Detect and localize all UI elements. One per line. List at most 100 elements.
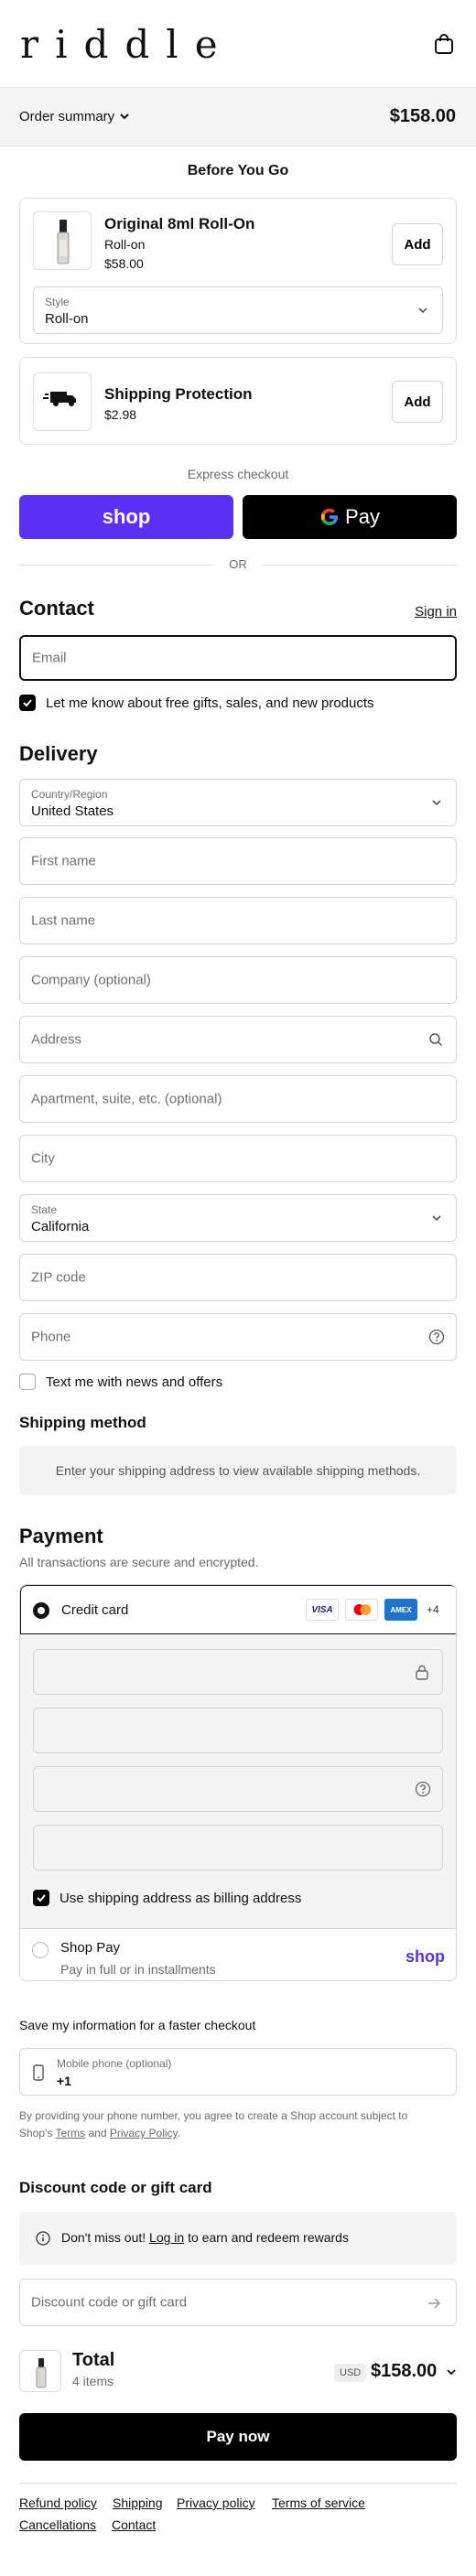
privacy-policy-link[interactable]: Privacy policy [177, 2495, 255, 2510]
rewards-login-link[interactable]: Log in [149, 2230, 184, 2245]
country-select[interactable]: Country/Region United States [19, 779, 457, 826]
shop-terms-link[interactable]: Terms [55, 2127, 85, 2139]
divider [19, 2483, 457, 2484]
shipping-method-placeholder: Enter your shipping address to view avai… [19, 1446, 457, 1495]
help-icon[interactable] [415, 1781, 431, 1797]
company-field[interactable]: Company (optional) [19, 956, 457, 1004]
divider [263, 565, 457, 566]
marketing-label: Let me know about free gifts, sales, and… [46, 695, 374, 711]
payment-methods: Credit card VISA AMEX +4 Use shipping ad… [19, 1584, 457, 1981]
upsell-title: Before You Go [187, 163, 289, 178]
contact-link[interactable]: Contact [112, 2517, 156, 2532]
rewards-banner: Don't miss out! Log in to earn and redee… [19, 2212, 457, 2265]
credit-card-option[interactable]: Credit card VISA AMEX +4 [20, 1585, 456, 1634]
order-summary-label: Order summary [19, 109, 115, 124]
order-summary-toggle[interactable]: Order summary $158.00 [0, 88, 476, 146]
card-details-panel: Use shipping address as billing address [20, 1634, 456, 1929]
upsell-item-price: $2.98 [104, 407, 137, 422]
state-select[interactable]: State California [19, 1194, 457, 1242]
zip-field[interactable]: ZIP code [19, 1254, 457, 1301]
mobile-phone-field[interactable]: Mobile phone (optional) +1 [19, 2048, 457, 2096]
remember-me-title: Save my information for a faster checkou… [19, 2018, 256, 2032]
upsell-item-name: Shipping Protection [104, 385, 253, 403]
country-value: United States [31, 803, 114, 819]
discount-code-field[interactable]: Discount code or gift card [19, 2279, 457, 2326]
upsell-item-variant: Roll-on [104, 237, 146, 252]
address-field[interactable]: Address [19, 1016, 457, 1063]
shop-pay-logo: shop [102, 505, 151, 528]
name-on-card-field[interactable] [33, 1825, 443, 1870]
shop-pay-subtitle: Pay in full or in installments [60, 1962, 216, 1977]
pay-now-button[interactable]: Pay now [19, 2413, 457, 2461]
upsell-card-protection: Shipping Protection $2.98 Add [19, 357, 457, 445]
upsell-item-name: Original 8ml Roll-On [104, 215, 255, 232]
shop-legal-text: By providing your phone number, you agre… [19, 2109, 408, 2139]
chevron-down-icon[interactable] [446, 2366, 457, 2377]
state-label: State [31, 1203, 58, 1216]
google-g-icon [320, 508, 339, 526]
logo[interactable]: riddle [20, 22, 234, 67]
phone-field[interactable]: Phone [19, 1313, 457, 1361]
mobile-phone-icon [33, 2064, 44, 2081]
credit-card-radio[interactable] [33, 1602, 49, 1619]
expiry-field[interactable] [33, 1708, 443, 1753]
shop-privacy-link[interactable]: Privacy Policy [110, 2127, 178, 2139]
sign-in-link[interactable]: Sign in [415, 604, 457, 620]
help-icon[interactable] [428, 1329, 445, 1345]
google-pay-button[interactable]: Pay [243, 495, 457, 539]
chevron-down-icon [418, 307, 427, 314]
checkmark-icon [37, 1894, 46, 1902]
chevron-down-icon [432, 800, 441, 806]
shop-pay-option[interactable]: Shop Pay Pay in full or in installments … [20, 1929, 456, 1980]
first-name-placeholder: First name [31, 853, 96, 869]
shipping-policy-link[interactable]: Shipping [113, 2495, 163, 2510]
shop-pay-radio[interactable] [32, 1942, 49, 1958]
marketing-checkbox[interactable] [19, 695, 36, 711]
city-placeholder: City [31, 1150, 55, 1167]
visa-icon: VISA [306, 1599, 339, 1621]
lock-icon [416, 1665, 428, 1680]
last-name-field[interactable]: Last name [19, 897, 457, 944]
sms-checkbox[interactable] [19, 1374, 36, 1390]
express-checkout-title: Express checkout [187, 467, 289, 481]
add-rollon-button[interactable]: Add [392, 223, 443, 265]
search-icon [429, 1033, 443, 1047]
mastercard-icon [345, 1599, 378, 1621]
upsell-item-price: $58.00 [104, 256, 144, 271]
cancellations-link[interactable]: Cancellations [19, 2517, 96, 2532]
sms-label: Text me with news and offers [46, 1374, 223, 1390]
email-field[interactable]: Email [19, 635, 457, 681]
rewards-text: Don't miss out! Log in to earn and redee… [61, 2230, 349, 2245]
refund-policy-link[interactable]: Refund policy [19, 2495, 97, 2510]
apartment-field[interactable]: Apartment, suite, etc. (optional) [19, 1075, 457, 1123]
card-number-field[interactable] [33, 1649, 443, 1695]
security-code-field[interactable] [33, 1766, 443, 1812]
shopping-bag-icon[interactable] [434, 33, 454, 55]
info-icon [36, 2231, 50, 2246]
or-divider-label: OR [229, 557, 247, 571]
credit-card-label: Credit card [61, 1602, 129, 1618]
billing-same-checkbox[interactable] [33, 1890, 49, 1906]
header: riddle [0, 0, 476, 88]
payment-title: Payment [19, 1525, 103, 1547]
arrow-right-icon[interactable] [427, 2296, 441, 2311]
add-protection-button[interactable]: Add [392, 381, 443, 423]
first-name-field[interactable]: First name [19, 837, 457, 885]
apartment-placeholder: Apartment, suite, etc. (optional) [31, 1091, 222, 1107]
discount-title: Discount code or gift card [19, 2179, 212, 2196]
total-label: Total [72, 2350, 115, 2370]
terms-of-service-link[interactable]: Terms of service [272, 2495, 365, 2510]
delivery-truck-icon [43, 392, 76, 406]
product-image [33, 372, 92, 431]
shop-pay-express-button[interactable]: shop [19, 495, 233, 539]
style-select[interactable]: Style Roll-on [33, 286, 443, 334]
shipping-message: Enter your shipping address to view avai… [55, 1463, 421, 1478]
more-cards-count: +4 [427, 1603, 439, 1616]
city-field[interactable]: City [19, 1135, 457, 1182]
last-name-placeholder: Last name [31, 912, 96, 929]
mobile-phone-value: +1 [57, 2074, 71, 2088]
state-value: California [31, 1219, 90, 1234]
google-pay-label: Pay [345, 505, 380, 528]
mobile-phone-label: Mobile phone (optional) [57, 2057, 172, 2070]
email-placeholder: Email [32, 650, 67, 666]
